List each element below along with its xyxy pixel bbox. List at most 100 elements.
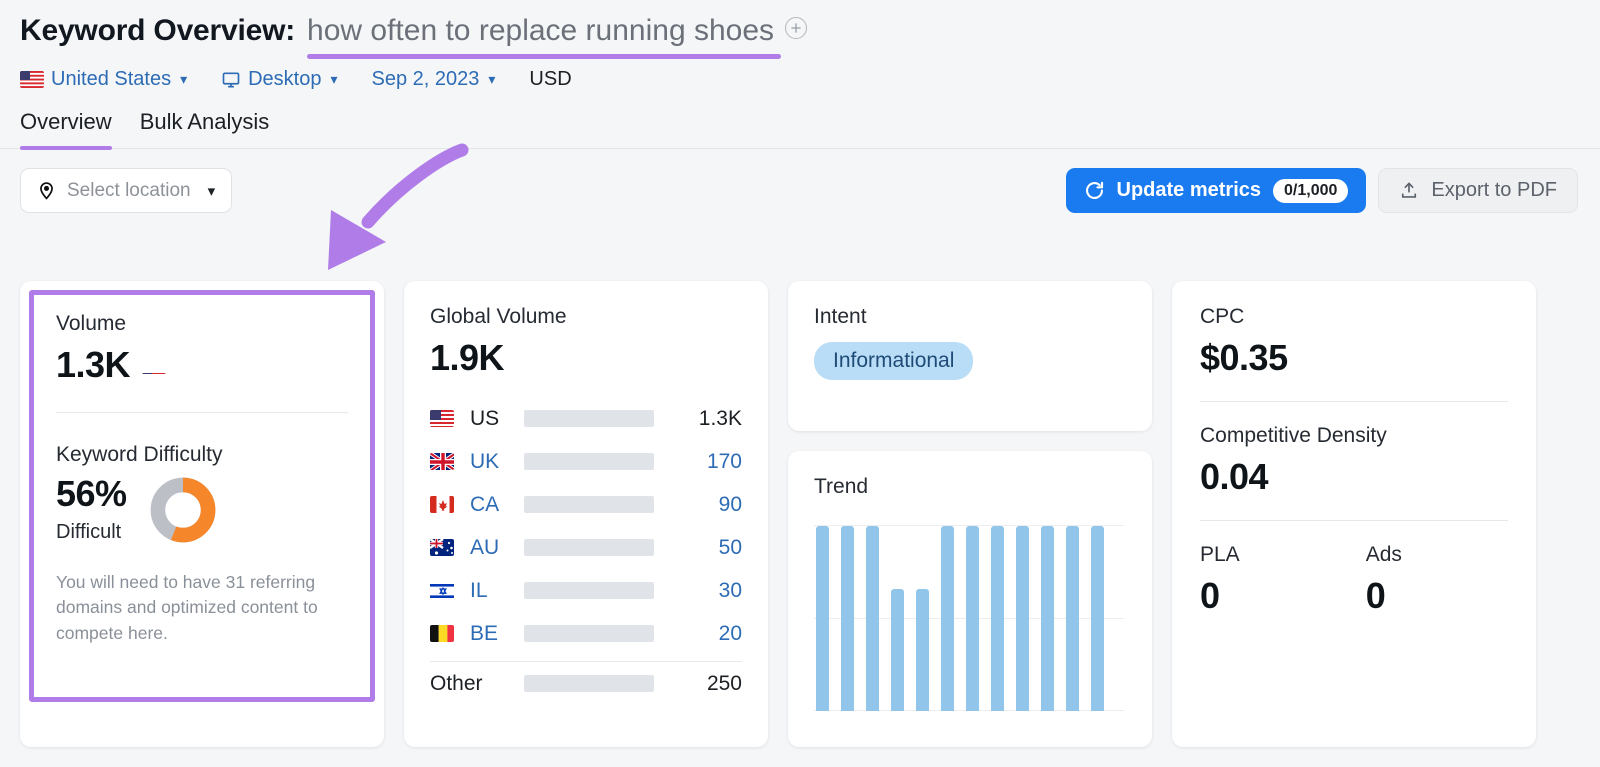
country-code: IL <box>470 579 514 603</box>
keyword-difficulty-word: Difficult <box>56 521 127 544</box>
plus-circle-icon[interactable] <box>785 17 807 39</box>
global-volume-label: Global Volume <box>430 305 742 329</box>
volume-card: Volume 1.3K <box>20 281 384 747</box>
global-volume-row[interactable]: US 1.3K <box>430 397 742 440</box>
intent-card: Intent Informational <box>788 281 1152 431</box>
country-code: US <box>470 407 514 431</box>
divider <box>1200 401 1508 402</box>
divider <box>1200 520 1508 521</box>
country-volume-value: 20 <box>680 622 742 646</box>
global-volume-other-row: Other250 <box>430 662 742 705</box>
trend-bar <box>991 526 1004 711</box>
date-label: Sep 2, 2023 <box>372 68 480 91</box>
volume-label: Volume <box>56 312 348 336</box>
volume-value: 1.3K <box>56 344 130 386</box>
pla-ads-row: PLA 0 Ads 0 <box>1200 543 1508 617</box>
global-volume-row[interactable]: AU50 <box>430 526 742 569</box>
device-selector[interactable]: Desktop ▾ <box>221 68 337 91</box>
keyword-difficulty-label: Keyword Difficulty <box>56 443 348 467</box>
global-volume-row[interactable]: UK 170 <box>430 440 742 483</box>
trend-bar <box>966 526 979 711</box>
competitive-density-label: Competitive Density <box>1200 424 1508 448</box>
keyword-difficulty-row: 56% Difficult <box>56 473 348 544</box>
keyword-overview-page: Keyword Overview: how often to replace r… <box>0 0 1600 767</box>
trend-bar <box>1016 526 1029 711</box>
toolbar-actions: Update metrics 0/1,000 Export to PDF <box>1066 168 1579 213</box>
update-metrics-button[interactable]: Update metrics 0/1,000 <box>1066 168 1367 213</box>
pla-value: 0 <box>1200 575 1240 617</box>
cpc-card: CPC $0.35 Competitive Density 0.04 PLA 0… <box>1172 281 1536 747</box>
volume-bar-track <box>524 410 654 427</box>
export-to-pdf-label: Export to PDF <box>1431 179 1557 202</box>
ads-label: Ads <box>1366 543 1402 567</box>
cpc-label: CPC <box>1200 305 1508 329</box>
us-flag-icon <box>430 410 454 427</box>
trend-bar <box>916 589 929 711</box>
country-code: AU <box>470 536 514 560</box>
tab-bulk-analysis[interactable]: Bulk Analysis <box>140 109 270 148</box>
be-flag-icon <box>430 625 454 642</box>
trend-label: Trend <box>814 475 1126 499</box>
currency-label: USD <box>529 68 571 91</box>
country-volume-value: 1.3K <box>680 407 742 431</box>
select-location-label: Select location <box>67 180 191 202</box>
update-metrics-count: 0/1,000 <box>1273 179 1348 203</box>
country-code: CA <box>470 493 514 517</box>
chevron-down-icon: ▾ <box>180 71 187 88</box>
trend-bar <box>891 589 904 711</box>
competitive-density-value: 0.04 <box>1200 456 1508 498</box>
global-volume-row[interactable]: CA90 <box>430 483 742 526</box>
volume-value-row: 1.3K <box>56 344 348 386</box>
global-volume-row[interactable]: IL30 <box>430 569 742 612</box>
au-flag-icon <box>430 539 454 556</box>
page-title: Keyword Overview: <box>20 14 295 48</box>
ads-value: 0 <box>1366 575 1402 617</box>
other-volume-value: 250 <box>680 672 742 696</box>
ca-flag-icon <box>430 496 454 513</box>
us-flag-icon <box>142 357 166 374</box>
country-code: UK <box>470 450 514 474</box>
trend-bar <box>841 526 854 711</box>
il-flag-icon <box>430 582 454 599</box>
volume-bar-track <box>524 625 654 642</box>
volume-bar-track <box>524 675 654 692</box>
volume-card-highlight-box: Volume 1.3K <box>29 290 375 702</box>
trend-bars <box>816 525 1124 711</box>
trend-bar <box>941 526 954 711</box>
trend-bar <box>816 526 829 711</box>
pla-block: PLA 0 <box>1200 543 1240 617</box>
tab-bar: Overview Bulk Analysis <box>0 109 1600 149</box>
ads-block: Ads 0 <box>1366 543 1402 617</box>
volume-bar-track <box>524 539 654 556</box>
select-location-dropdown[interactable]: Select location ▾ <box>20 168 232 213</box>
keyword-difficulty-value: 56% <box>56 473 127 515</box>
intent-trend-column: Intent Informational Trend <box>788 281 1152 747</box>
meta-row: United States ▾ Desktop ▾ Sep 2, 2023 ▾ <box>20 68 1600 91</box>
trend-bar <box>866 526 879 711</box>
keyword-underline-highlight <box>307 54 781 59</box>
metrics-card-grid: Volume 1.3K <box>20 281 1536 747</box>
chevron-down-icon: ▾ <box>208 182 216 200</box>
trend-bar <box>1066 526 1079 711</box>
global-volume-row[interactable]: BE20 <box>430 612 742 655</box>
country-volume-value: 170 <box>680 450 742 474</box>
divider <box>56 412 348 413</box>
page-header: Keyword Overview: how often to replace r… <box>0 0 1600 91</box>
country-selector[interactable]: United States ▾ <box>20 68 187 91</box>
keyword-text: how often to replace running shoes <box>307 14 774 48</box>
chevron-down-icon: ▾ <box>330 71 337 88</box>
trend-bar <box>1041 526 1054 711</box>
pla-label: PLA <box>1200 543 1240 567</box>
date-selector[interactable]: Sep 2, 2023 ▾ <box>372 68 496 91</box>
toolbar: Select location ▾ Update metrics 0/1,000 <box>0 168 1600 213</box>
tab-overview[interactable]: Overview <box>20 109 112 148</box>
volume-bar-track <box>524 453 654 470</box>
us-flag-icon <box>20 71 44 88</box>
update-metrics-label: Update metrics <box>1117 179 1262 202</box>
map-pin-icon <box>37 179 56 202</box>
intent-badge[interactable]: Informational <box>814 342 973 380</box>
global-volume-value: 1.9K <box>430 337 742 379</box>
export-to-pdf-button[interactable]: Export to PDF <box>1378 168 1578 213</box>
global-volume-card: Global Volume 1.9K US1.3KUK170CA90AU50IL… <box>404 281 768 747</box>
keyword-difficulty-donut-chart <box>149 476 217 544</box>
